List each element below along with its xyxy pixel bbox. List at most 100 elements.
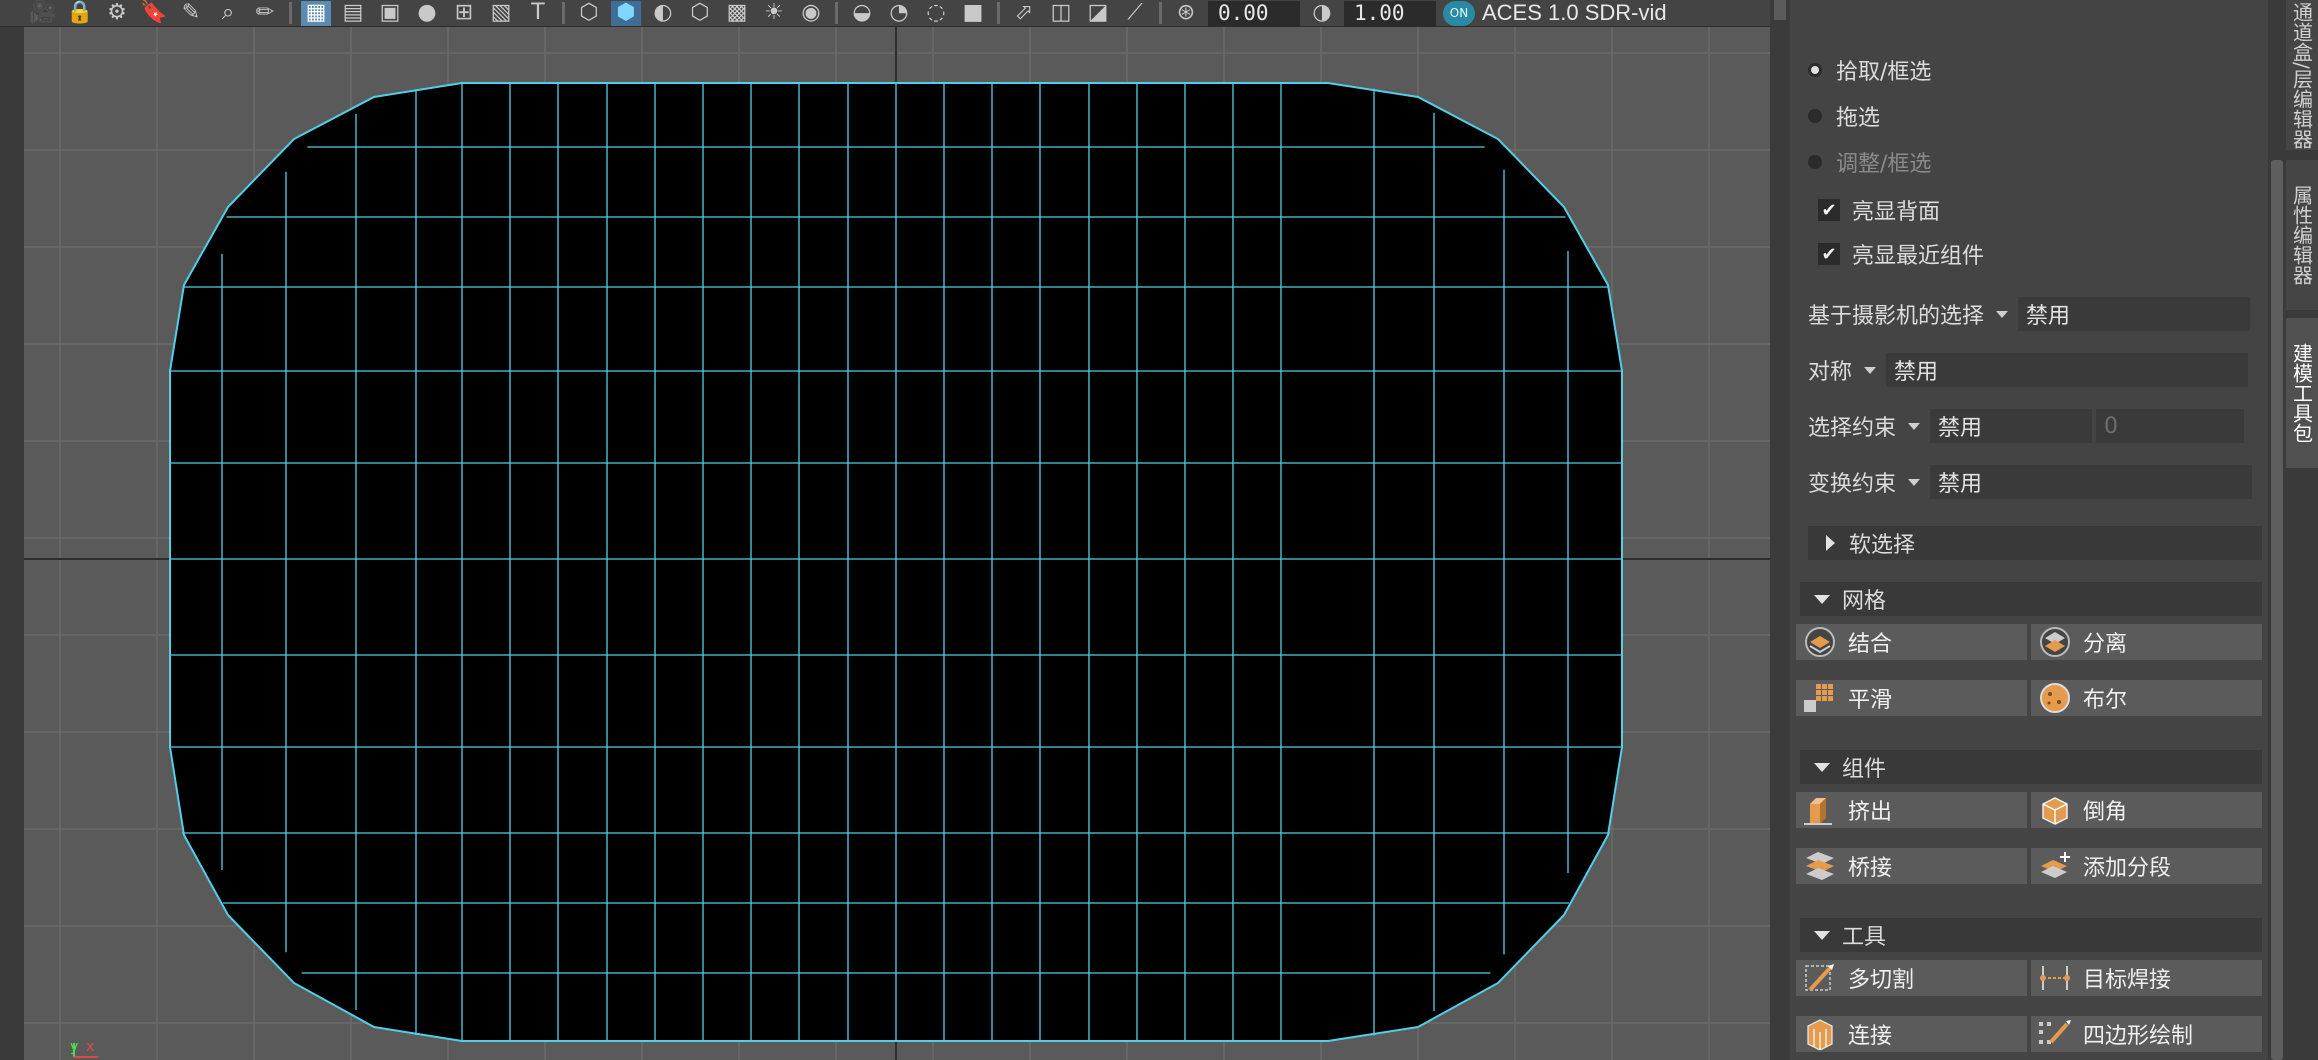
tweak-marquee-label: 调整/框选 bbox=[1836, 152, 1932, 177]
add-divisions-button[interactable]: 添加分段 bbox=[2031, 848, 2262, 884]
camera-based-selection-row: 基于摄影机的选择 禁用 bbox=[1808, 296, 2251, 332]
resolution-gate-icon[interactable]: ▣ bbox=[375, 1, 405, 26]
radio-selected[interactable] bbox=[1808, 63, 1822, 77]
collapse-arrow-icon[interactable] bbox=[1814, 762, 1830, 772]
dropdown-caret-icon[interactable] bbox=[1996, 310, 2009, 318]
bevel-button[interactable]: 倒角 bbox=[2031, 792, 2262, 828]
textured-icon[interactable]: ▩ bbox=[722, 1, 752, 26]
field-chart-icon[interactable]: ⊞ bbox=[449, 1, 479, 26]
tools-section-header[interactable]: 工具 bbox=[1800, 918, 2262, 952]
select-constraint-field[interactable]: 禁用 bbox=[1930, 409, 2093, 443]
pick-marquee-label: 拾取/框选 bbox=[1836, 60, 1932, 85]
tab-channel-box[interactable]: 通道盒/层编辑器 bbox=[2286, 0, 2318, 150]
symmetry-field[interactable]: 禁用 bbox=[1886, 353, 2249, 387]
drag-select-label: 拖选 bbox=[1836, 106, 1881, 131]
radio-unselected[interactable] bbox=[1808, 109, 1822, 123]
ambient-occlusion-icon[interactable]: ◒ bbox=[847, 1, 877, 26]
highlight-nearest-label: 亮显最近组件 bbox=[1852, 244, 1985, 269]
grid-icon[interactable]: ▦ bbox=[301, 0, 331, 26]
shadows-icon[interactable]: ◉ bbox=[796, 1, 826, 26]
dropdown-caret-icon[interactable] bbox=[1908, 478, 1921, 486]
transform-constraint-field[interactable]: 禁用 bbox=[1930, 465, 2253, 499]
target-weld-label: 目标焊接 bbox=[2083, 968, 2172, 993]
gate-mask-icon[interactable]: ● bbox=[412, 1, 442, 26]
checkbox-checked[interactable]: ✔ bbox=[1818, 243, 1840, 265]
grease-pencil-icon[interactable]: ✏ bbox=[250, 1, 280, 26]
boolean-label: 布尔 bbox=[2083, 688, 2128, 713]
exposure-field[interactable]: 0.00 bbox=[1208, 0, 1300, 26]
lights-icon[interactable]: ☀ bbox=[759, 1, 789, 26]
scrollbar-thumb[interactable] bbox=[2271, 160, 2283, 1060]
select-constraint-row: 选择约束 禁用 0 bbox=[1808, 408, 2245, 444]
gamma-icon[interactable]: ◑ bbox=[1307, 1, 1337, 26]
xray-joints-icon[interactable]: ⟋ bbox=[1120, 1, 1150, 26]
film-gate-icon[interactable]: ▤ bbox=[338, 1, 368, 26]
target-weld-button[interactable]: 目标焊接 bbox=[2031, 960, 2262, 996]
color-management-toggle[interactable]: ON bbox=[1443, 0, 1475, 26]
depth-of-field-icon[interactable]: ■ bbox=[958, 1, 988, 26]
mesh-section-header[interactable]: 网格 bbox=[1800, 582, 2262, 616]
motion-blur-icon[interactable]: ◔ bbox=[884, 1, 914, 26]
pick-marquee-radio[interactable]: 拾取/框选 bbox=[1808, 54, 1931, 86]
axis-x-label: x bbox=[86, 1039, 94, 1055]
2d-pan-zoom-icon[interactable]: ⌕ bbox=[213, 1, 243, 26]
extrude-icon bbox=[1802, 794, 1838, 826]
pane-divider[interactable] bbox=[1770, 0, 1790, 1060]
gamma-field[interactable]: 1.00 bbox=[1344, 0, 1436, 26]
checkbox-checked[interactable]: ✔ bbox=[1818, 199, 1840, 221]
toolbar-separator bbox=[835, 2, 838, 24]
side-tab-strip: 通道盒/层编辑器 属性编辑器 建模工具包 bbox=[2286, 0, 2318, 1060]
default-material-icon[interactable]: ◐ bbox=[648, 1, 678, 26]
smooth-label: 平滑 bbox=[1848, 688, 1893, 713]
boolean-button[interactable]: 布尔 bbox=[2031, 680, 2262, 716]
bridge-icon bbox=[1802, 850, 1838, 882]
combine-button[interactable]: 结合 bbox=[1796, 624, 2027, 660]
extrude-button[interactable]: 挤出 bbox=[1796, 792, 2027, 828]
anti-aliasing-icon[interactable]: ◌ bbox=[921, 1, 951, 26]
highlight-nearest-checkbox[interactable]: ✔ 亮显最近组件 bbox=[1818, 238, 1984, 270]
xray-icon[interactable]: ◫ bbox=[1046, 1, 1076, 26]
isolate-select-icon[interactable]: ⬀ bbox=[1009, 1, 1039, 26]
view-transform-label[interactable]: ACES 1.0 SDR-vid bbox=[1482, 0, 1667, 26]
smooth-button[interactable]: 平滑 bbox=[1796, 680, 2027, 716]
expand-arrow-icon[interactable] bbox=[1826, 535, 1835, 551]
separate-label: 分离 bbox=[2083, 632, 2128, 657]
camera-based-selection-label: 基于摄影机的选择 bbox=[1808, 304, 1985, 329]
lock-camera-icon[interactable]: 🔒 bbox=[65, 1, 95, 26]
highlight-backfaces-checkbox[interactable]: ✔ 亮显背面 bbox=[1818, 194, 1940, 226]
modeling-toolkit-panel: 拾取/框选 拖选 调整/框选 ✔ 亮显背面 ✔ 亮显最近组件 基于摄影机的选择 … bbox=[1790, 0, 2268, 1060]
soft-select-header[interactable]: 软选择 bbox=[1808, 526, 2262, 560]
bridge-button[interactable]: 桥接 bbox=[1796, 848, 2027, 884]
image-plane-icon[interactable]: ✎ bbox=[176, 1, 206, 26]
bookmark-icon[interactable]: 🔖 bbox=[139, 1, 169, 26]
tab-modeling-toolkit[interactable]: 建模工具包 bbox=[2286, 318, 2318, 468]
connect-button[interactable]: 连接 bbox=[1796, 1016, 2027, 1052]
dropdown-caret-icon[interactable] bbox=[1908, 422, 1921, 430]
camera-icon[interactable]: 🎥 bbox=[28, 1, 58, 26]
extrude-label: 挤出 bbox=[1848, 800, 1893, 825]
panel-scrollbar[interactable] bbox=[2268, 0, 2286, 1060]
quad-draw-button[interactable]: 四边形绘制 bbox=[2031, 1016, 2262, 1052]
collapse-arrow-icon[interactable] bbox=[1814, 594, 1830, 604]
viewport-canvas[interactable]: yx bbox=[24, 27, 1770, 1060]
wireframe-on-shaded-icon[interactable]: ⬡ bbox=[685, 1, 715, 26]
camera-based-selection-field[interactable]: 禁用 bbox=[2018, 297, 2251, 331]
drag-select-radio[interactable]: 拖选 bbox=[1808, 100, 1880, 132]
camera-attributes-icon[interactable]: ⚙ bbox=[102, 1, 132, 26]
multi-cut-button[interactable]: 多切割 bbox=[1796, 960, 2027, 996]
safe-title-icon[interactable]: T bbox=[523, 1, 553, 26]
safe-action-icon[interactable]: ▧ bbox=[486, 1, 516, 26]
wireframe-icon[interactable]: ⬡ bbox=[574, 1, 604, 26]
bridge-label: 桥接 bbox=[1848, 856, 1893, 881]
tab-attribute-editor[interactable]: 属性编辑器 bbox=[2286, 160, 2318, 310]
components-section-header[interactable]: 组件 bbox=[1800, 750, 2262, 784]
exposure-icon[interactable]: ⊛ bbox=[1171, 1, 1201, 26]
3d-viewport[interactable]: yx bbox=[24, 27, 1770, 1060]
separate-button[interactable]: 分离 bbox=[2031, 624, 2262, 660]
tweak-marquee-radio: 调整/框选 bbox=[1808, 146, 1931, 178]
xray-active-icon[interactable]: ◪ bbox=[1083, 1, 1113, 26]
multi-cut-icon bbox=[1802, 962, 1838, 994]
collapse-arrow-icon[interactable] bbox=[1814, 930, 1830, 940]
smooth-shade-icon[interactable]: ⬢ bbox=[611, 0, 641, 26]
dropdown-caret-icon[interactable] bbox=[1864, 366, 1877, 374]
